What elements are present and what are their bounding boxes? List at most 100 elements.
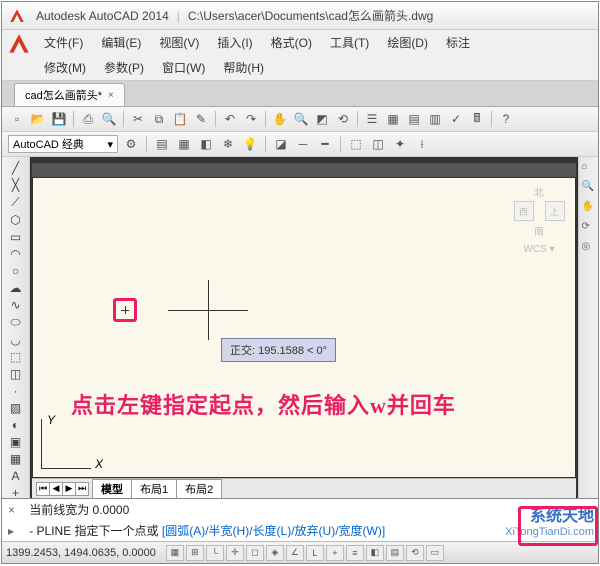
zoom-realtime-icon[interactable]: 🔍 — [292, 110, 310, 128]
workspace-dropdown[interactable]: AutoCAD 经典 ▾ — [8, 135, 118, 153]
layout-nav-last-icon[interactable]: ⏭ — [75, 482, 89, 496]
app-menu-button[interactable] — [6, 31, 34, 59]
markup-icon[interactable]: ✓ — [447, 110, 465, 128]
model-paper-toggle-icon[interactable]: ▭ — [426, 545, 444, 561]
redo-icon[interactable]: ↷ — [242, 110, 260, 128]
design-center-icon[interactable]: ▦ — [384, 110, 402, 128]
make-block-tool-icon[interactable]: ◫ — [6, 367, 26, 381]
layout-tab-layout1[interactable]: 布局1 — [131, 479, 177, 498]
menu-format[interactable]: 格式(O) — [269, 32, 314, 53]
paste-icon[interactable]: 📋 — [171, 110, 189, 128]
make-block-tb-icon[interactable]: ◫ — [369, 135, 387, 153]
arc-tool-icon[interactable]: ◠ — [6, 247, 26, 261]
close-tab-icon[interactable]: × — [108, 90, 114, 101]
menu-file[interactable]: 文件(F) — [42, 32, 85, 53]
menu-edit[interactable]: 编辑(E) — [99, 32, 143, 53]
explode-icon[interactable]: ✦ — [391, 135, 409, 153]
grid-mode-icon[interactable]: ⊞ — [186, 545, 204, 561]
menu-draw[interactable]: 绘图(D) — [385, 32, 430, 53]
polar-mode-icon[interactable]: ✛ — [226, 545, 244, 561]
polygon-tool-icon[interactable]: ⬡ — [6, 213, 26, 227]
layout-tab-layout2[interactable]: 布局2 — [176, 479, 222, 498]
nav-home-icon[interactable]: ⌂ — [582, 161, 596, 175]
snap-mode-icon[interactable]: ▦ — [166, 545, 184, 561]
revcloud-tool-icon[interactable]: ☁ — [6, 281, 26, 295]
otrack-mode-icon[interactable]: ∠ — [286, 545, 304, 561]
ellipse-tool-icon[interactable]: ⬭ — [6, 315, 26, 330]
transparency-icon[interactable]: ◧ — [366, 545, 384, 561]
coordinate-readout[interactable]: 1399.2453, 1494.0635, 0.0000 — [6, 547, 156, 559]
ellipse-arc-tool-icon[interactable]: ◡ — [6, 333, 26, 347]
drawing-canvas[interactable]: 北 西 上 南 WCS ▾ 正交: 195.1588 < 0° — [32, 177, 576, 478]
insert-block-tool-icon[interactable]: ⬚ — [6, 350, 26, 364]
view-cube[interactable]: 北 西 上 南 WCS ▾ — [509, 184, 569, 255]
layer-iso-icon[interactable]: ◧ — [197, 135, 215, 153]
menu-insert[interactable]: 插入(I) — [215, 32, 254, 53]
layer-freeze-icon[interactable]: ❄ — [219, 135, 237, 153]
nav-wheel-icon[interactable]: ◎ — [582, 241, 596, 255]
zoom-window-icon[interactable]: ◩ — [313, 110, 331, 128]
help-icon[interactable]: ? — [497, 110, 515, 128]
dyn-input-icon[interactable]: + — [326, 545, 344, 561]
match-props-icon[interactable]: ✎ — [192, 110, 210, 128]
plot-preview-icon[interactable]: 🔍 — [100, 110, 118, 128]
menu-view[interactable]: 视图(V) — [157, 32, 201, 53]
cut-icon[interactable]: ✂ — [129, 110, 147, 128]
command-options[interactable]: [圆弧(A)/半宽(H)/长度(L)/放弃(U)/宽度(W)] — [162, 524, 385, 538]
command-expand-icon[interactable]: × — [8, 503, 22, 517]
pline-tool-icon[interactable]: ⟋ — [6, 195, 26, 210]
nav-orbit-icon[interactable]: ⟳ — [582, 221, 596, 235]
document-tab[interactable]: cad怎么画箭头* × — [14, 83, 125, 106]
hatch-tool-icon[interactable]: ▨ — [6, 401, 26, 415]
block-insert-tb-icon[interactable]: ⬚ — [347, 135, 365, 153]
measure-icon[interactable]: ⟊ — [413, 135, 431, 153]
zoom-previous-icon[interactable]: ⟲ — [334, 110, 352, 128]
save-icon[interactable]: 💾 — [50, 110, 68, 128]
ducs-mode-icon[interactable]: L — [306, 545, 324, 561]
nav-zoom-icon[interactable]: 🔍 — [582, 181, 596, 195]
line-tool-icon[interactable]: ╱ — [6, 161, 26, 175]
color-control-icon[interactable]: ◪ — [272, 135, 290, 153]
viewcube-wcs[interactable]: WCS ▾ — [509, 244, 569, 255]
selection-cycling-icon[interactable]: ⟲ — [406, 545, 424, 561]
viewcube-top[interactable]: 上 — [545, 201, 565, 221]
menu-help[interactable]: 帮助(H) — [221, 57, 266, 78]
viewcube-west[interactable]: 西 — [514, 201, 534, 221]
layout-nav-next-icon[interactable]: ▶ — [62, 482, 76, 496]
gradient-tool-icon[interactable]: ◐ — [6, 418, 26, 432]
layer-state-icon[interactable]: ▤ — [153, 135, 171, 153]
layout-tab-model[interactable]: 模型 — [92, 479, 132, 498]
xline-tool-icon[interactable]: ╳ — [6, 178, 26, 192]
ws-settings-icon[interactable]: ⚙ — [122, 135, 140, 153]
menu-tools[interactable]: 工具(T) — [328, 32, 371, 53]
undo-icon[interactable]: ↶ — [221, 110, 239, 128]
layer-props-icon[interactable]: ▦ — [175, 135, 193, 153]
point-tool-icon[interactable]: · — [6, 384, 26, 398]
lineweight-control-icon[interactable]: ━ — [316, 135, 334, 153]
open-icon[interactable]: 📂 — [29, 110, 47, 128]
menu-window[interactable]: 窗口(W) — [160, 57, 207, 78]
3dosnap-mode-icon[interactable]: ◈ — [266, 545, 284, 561]
ortho-mode-icon[interactable]: └ — [206, 545, 224, 561]
sheet-set-icon[interactable]: ▥ — [426, 110, 444, 128]
tool-palettes-icon[interactable]: ▤ — [405, 110, 423, 128]
table-tool-icon[interactable]: ▦ — [6, 452, 26, 466]
region-tool-icon[interactable]: ▣ — [6, 435, 26, 449]
pan-icon[interactable]: ✋ — [271, 110, 289, 128]
layer-off-icon[interactable]: 💡 — [241, 135, 259, 153]
lineweight-display-icon[interactable]: ≡ — [346, 545, 364, 561]
new-icon[interactable]: ▫ — [8, 110, 26, 128]
circle-tool-icon[interactable]: ○ — [6, 264, 26, 278]
properties-icon[interactable]: ☰ — [363, 110, 381, 128]
mtext-tool-icon[interactable]: A — [6, 469, 26, 483]
menu-parametric[interactable]: 参数(P) — [102, 57, 146, 78]
quickcalc-icon[interactable]: 🖩 — [468, 110, 486, 128]
layout-nav-prev-icon[interactable]: ◀ — [49, 482, 63, 496]
menu-dimension[interactable]: 标注 — [444, 32, 472, 53]
rectangle-tool-icon[interactable]: ▭ — [6, 230, 26, 244]
copy-icon[interactable]: ⧉ — [150, 110, 168, 128]
quick-props-icon[interactable]: ▤ — [386, 545, 404, 561]
osnap-mode-icon[interactable]: ◻ — [246, 545, 264, 561]
layout-nav-first-icon[interactable]: ⏮ — [36, 482, 50, 496]
menu-modify[interactable]: 修改(M) — [42, 57, 88, 78]
